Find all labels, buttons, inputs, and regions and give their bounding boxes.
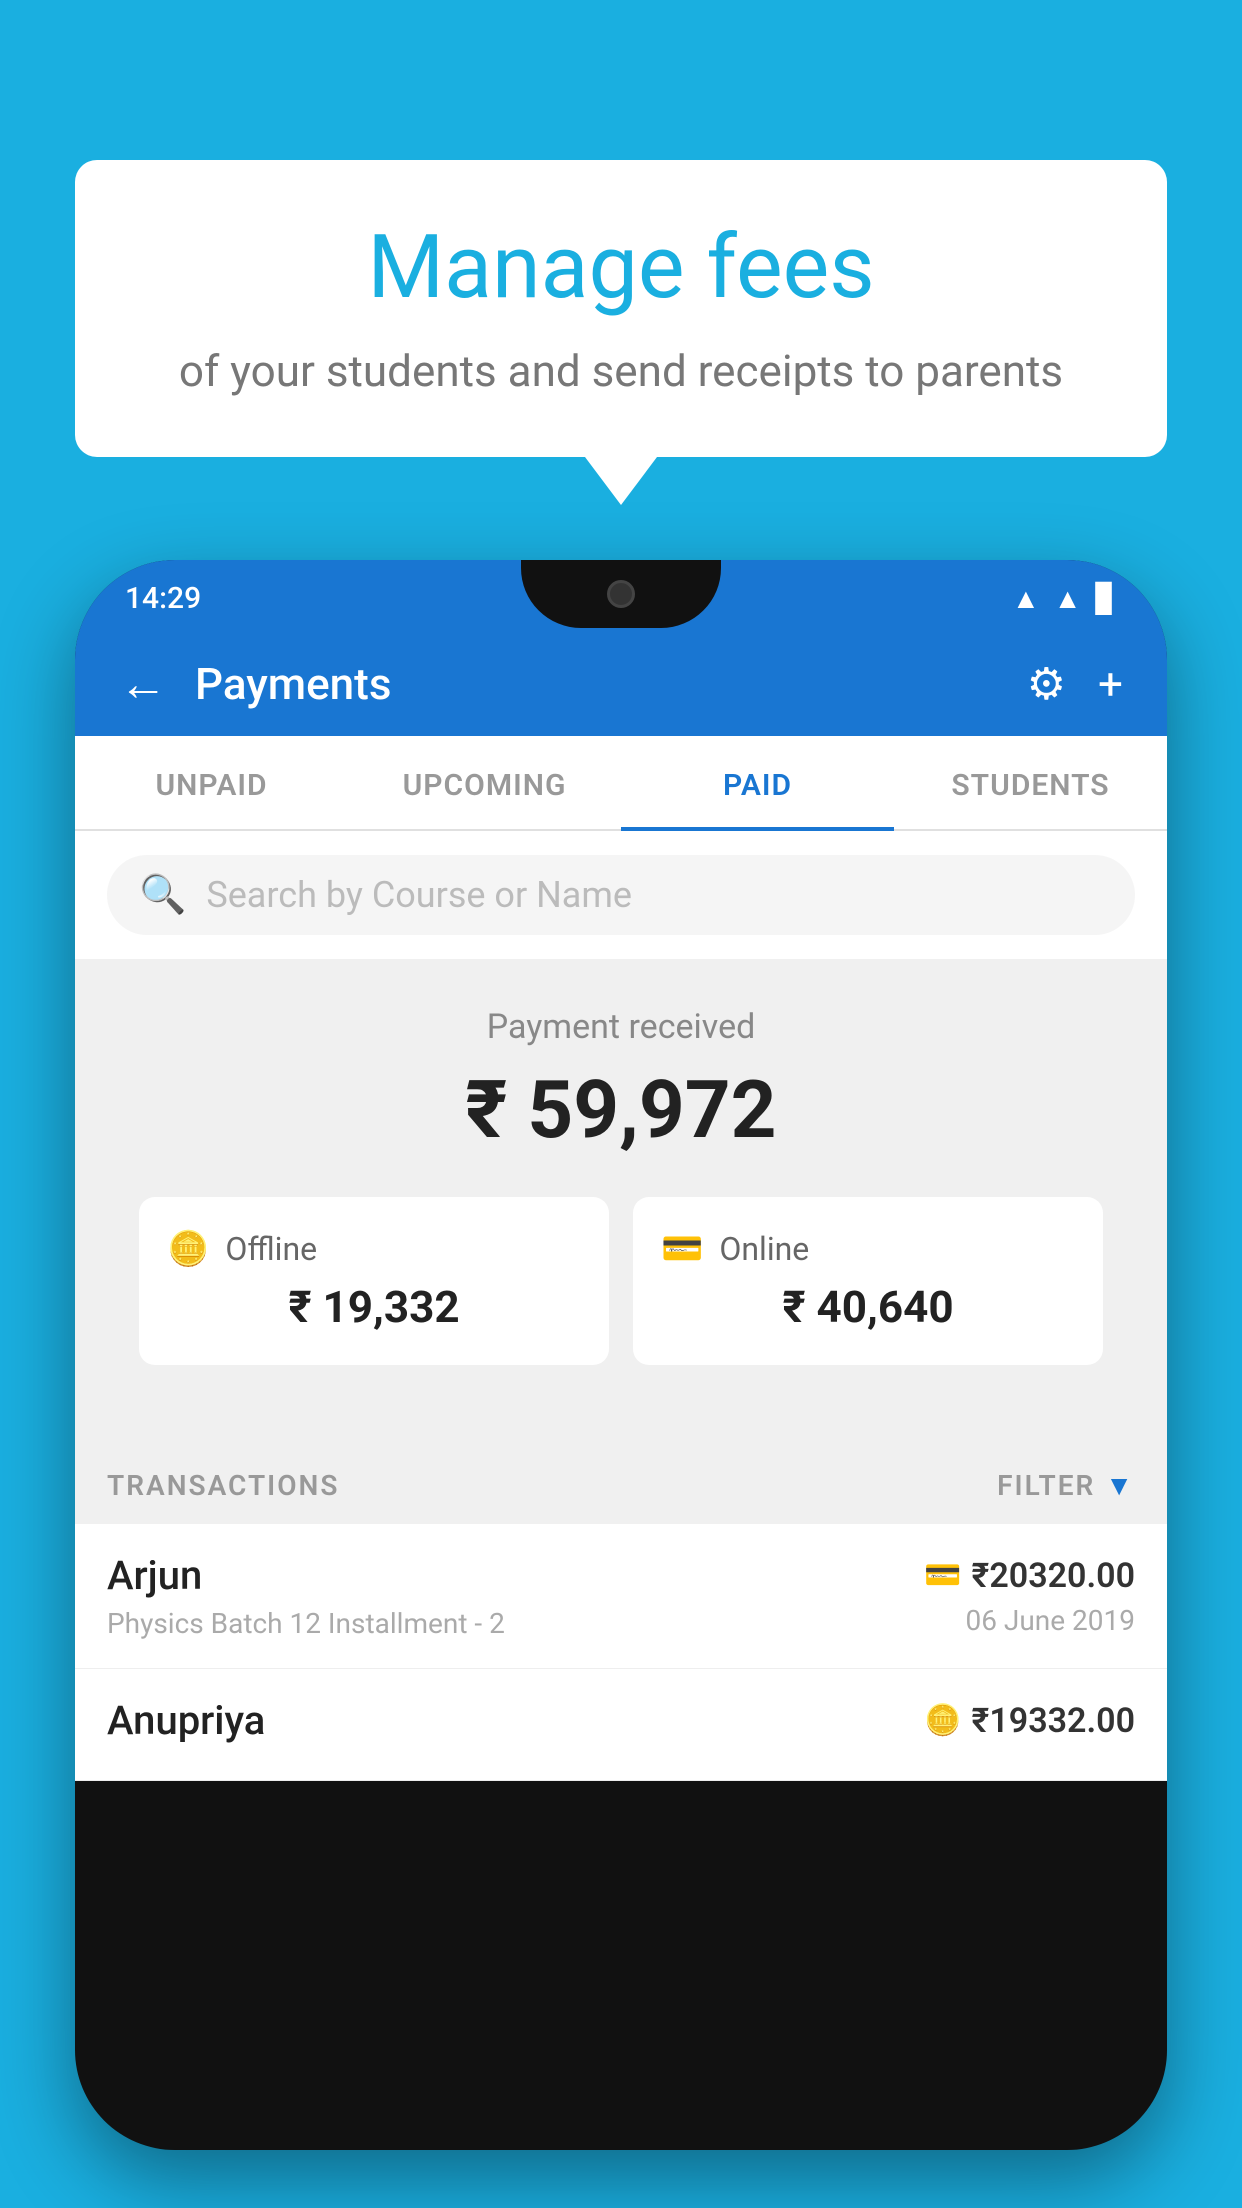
- tab-upcoming[interactable]: UPCOMING: [348, 736, 621, 829]
- app-bar: ← Payments ⚙ +: [75, 632, 1167, 736]
- offline-label: Offline: [225, 1230, 317, 1268]
- transaction-amount: ₹19332.00: [972, 1701, 1135, 1741]
- amount-row: 🪙 ₹19332.00: [924, 1701, 1135, 1741]
- payment-label: Payment received: [107, 1007, 1135, 1047]
- offline-payment-icon: 🪙: [924, 1703, 961, 1738]
- status-icons: ▲ ▲ ▊: [1012, 582, 1117, 615]
- tab-students[interactable]: STUDENTS: [894, 736, 1167, 829]
- camera: [607, 580, 635, 608]
- transaction-right-arjun: 💳 ₹20320.00 06 June 2019: [924, 1556, 1135, 1637]
- status-time: 14:29: [125, 581, 201, 616]
- speech-bubble: Manage fees of your students and send re…: [75, 160, 1167, 457]
- online-amount: ₹ 40,640: [661, 1281, 1075, 1333]
- transaction-name: Arjun: [107, 1552, 505, 1599]
- offline-icon: 🪙: [167, 1229, 209, 1269]
- amount-row: 💳 ₹20320.00: [924, 1556, 1135, 1596]
- online-card: 💳 Online ₹ 40,640: [633, 1197, 1103, 1365]
- settings-button[interactable]: ⚙: [1027, 658, 1066, 710]
- tab-paid[interactable]: PAID: [621, 736, 894, 829]
- wifi-icon: ▲: [1012, 582, 1040, 615]
- card-icon: 💳: [924, 1558, 961, 1593]
- transaction-left-arjun: Arjun Physics Batch 12 Installment - 2: [107, 1552, 505, 1640]
- transaction-name: Anupriya: [107, 1697, 265, 1744]
- search-placeholder: Search by Course or Name: [206, 874, 632, 916]
- offline-card: 🪙 Offline ₹ 19,332: [139, 1197, 609, 1365]
- payment-cards: 🪙 Offline ₹ 19,332 💳 Online ₹ 40,640: [107, 1197, 1135, 1405]
- offline-header: 🪙 Offline: [167, 1229, 581, 1269]
- filter-label: FILTER: [997, 1469, 1095, 1502]
- table-row[interactable]: Arjun Physics Batch 12 Installment - 2 💳…: [75, 1524, 1167, 1669]
- phone-wrapper: 14:29 ▲ ▲ ▊ ← Payments ⚙ + UNPAID: [75, 560, 1167, 2208]
- transaction-amount: ₹20320.00: [972, 1556, 1135, 1596]
- signal-icon: ▲: [1054, 582, 1082, 615]
- battery-icon: ▊: [1095, 582, 1117, 615]
- filter-icon: ▼: [1105, 1469, 1135, 1502]
- payment-total: ₹ 59,972: [107, 1063, 1135, 1157]
- transaction-right-anupriya: 🪙 ₹19332.00: [924, 1701, 1135, 1749]
- app-bar-title: Payments: [195, 658, 1027, 710]
- speech-bubble-title: Manage fees: [130, 220, 1112, 317]
- payment-summary: Payment received ₹ 59,972 🪙 Offline ₹ 19…: [75, 959, 1167, 1441]
- transactions-label: TRANSACTIONS: [107, 1469, 339, 1502]
- transaction-desc: Physics Batch 12 Installment - 2: [107, 1607, 505, 1640]
- transaction-left-anupriya: Anupriya: [107, 1697, 265, 1752]
- filter-button[interactable]: FILTER ▼: [997, 1469, 1135, 1502]
- back-button[interactable]: ←: [119, 660, 167, 708]
- phone-frame: 14:29 ▲ ▲ ▊ ← Payments ⚙ + UNPAID: [75, 560, 1167, 2150]
- phone-notch: [521, 560, 721, 628]
- online-icon: 💳: [661, 1229, 703, 1269]
- online-label: Online: [719, 1230, 809, 1268]
- table-row[interactable]: Anupriya 🪙 ₹19332.00: [75, 1669, 1167, 1781]
- search-icon: 🔍: [139, 873, 186, 917]
- transaction-list: Arjun Physics Batch 12 Installment - 2 💳…: [75, 1524, 1167, 1781]
- online-header: 💳 Online: [661, 1229, 1075, 1269]
- search-section: 🔍 Search by Course or Name: [75, 831, 1167, 959]
- speech-bubble-subtitle: of your students and send receipts to pa…: [130, 341, 1112, 403]
- transactions-header: TRANSACTIONS FILTER ▼: [75, 1441, 1167, 1524]
- add-button[interactable]: +: [1098, 658, 1123, 710]
- app-bar-actions: ⚙ +: [1027, 658, 1123, 710]
- tab-unpaid[interactable]: UNPAID: [75, 736, 348, 829]
- tabs: UNPAID UPCOMING PAID STUDENTS: [75, 736, 1167, 831]
- search-field[interactable]: 🔍 Search by Course or Name: [107, 855, 1135, 935]
- transaction-date: 06 June 2019: [924, 1604, 1135, 1637]
- offline-amount: ₹ 19,332: [167, 1281, 581, 1333]
